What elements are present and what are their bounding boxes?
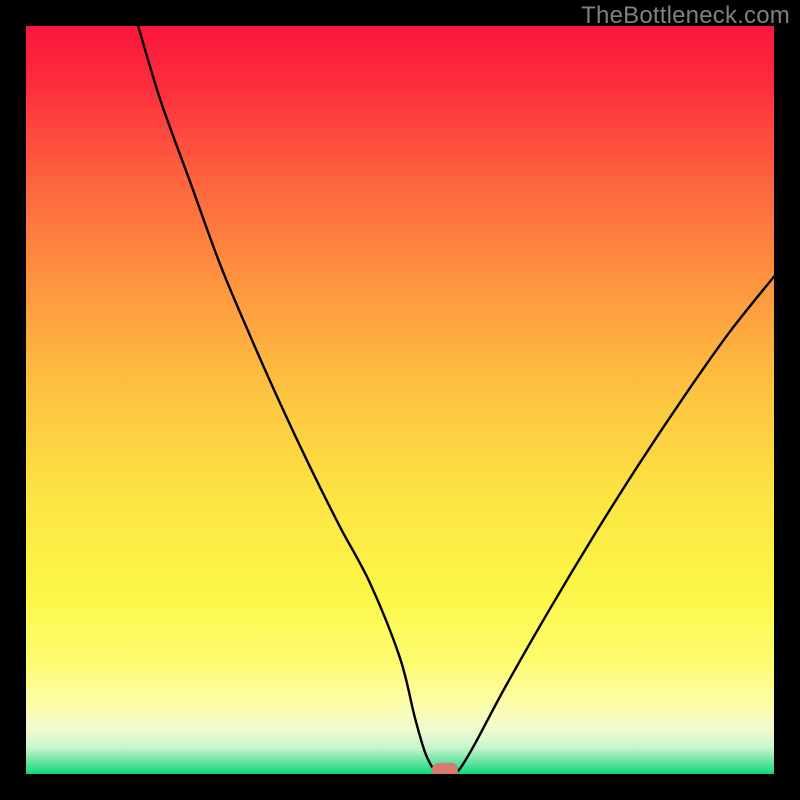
chart-svg — [26, 26, 774, 774]
minimum-marker — [432, 763, 458, 774]
chart-frame: TheBottleneck.com — [0, 0, 800, 800]
watermark-text: TheBottleneck.com — [581, 2, 790, 30]
plot-area — [26, 26, 774, 774]
